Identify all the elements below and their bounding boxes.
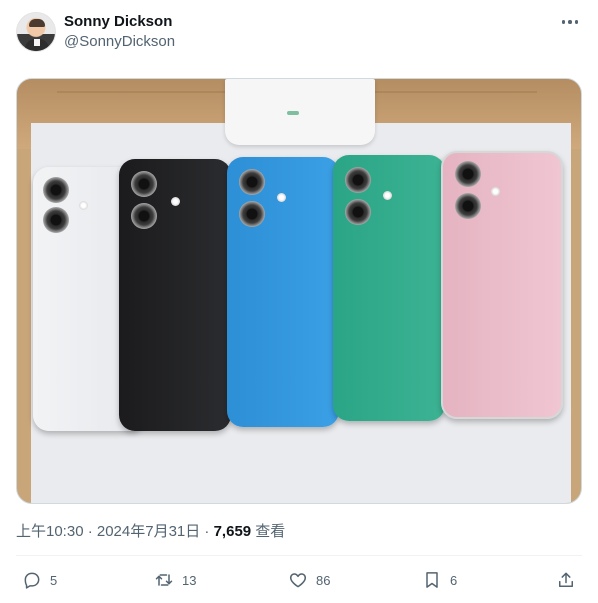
phone-black [119,159,231,431]
tweet-meta: 上午10:30 · 2024年7月31日 · 7,659 查看 [16,520,285,541]
flash-icon [491,187,500,196]
views-label: 查看 [251,523,286,540]
retweet-count: 13 [182,572,197,588]
bookmark-button[interactable]: 6 [422,568,457,592]
more-dot [574,20,579,24]
flash-icon [79,201,88,210]
bookmark-count: 6 [450,572,458,588]
reply-count: 5 [50,572,58,588]
bookmark-icon [426,572,438,588]
tray-label [287,111,299,115]
divider [16,555,582,556]
author-handle[interactable]: @SonnyDickson [64,33,175,50]
camera-lens [455,161,481,187]
camera-lens [345,167,371,193]
phone-pink [441,151,563,419]
share-icon [559,572,573,587]
reply-icon [24,572,40,589]
camera-lens [131,203,157,229]
action-bar: 5 13 86 6 [16,566,582,594]
phone-teal [333,155,445,421]
timestamp[interactable]: 上午10:30 · 2024年7月31日 · [16,523,214,540]
avatar-collar [34,39,40,46]
heart-icon [289,573,307,588]
retweet-button[interactable]: 13 [154,568,196,592]
phone-blue [227,157,339,427]
camera-lens [43,207,69,233]
flash-icon [277,193,286,202]
camera-lens [345,199,371,225]
flash-icon [171,197,180,206]
avatar-hair [29,19,45,27]
camera-lens [131,171,157,197]
reply-button[interactable]: 5 [22,568,57,592]
tweet-photo[interactable] [16,78,582,504]
camera-lens [239,169,265,195]
author-name[interactable]: Sonny Dickson [64,13,172,30]
like-button[interactable]: 86 [288,568,330,592]
camera-lens [455,193,481,219]
more-options-icon[interactable] [556,12,584,32]
more-dot [568,20,572,24]
views-count: 7,659 [213,523,252,540]
camera-lens [43,177,69,203]
phone-tray [225,79,375,145]
more-dot [561,20,566,24]
retweet-icon [155,574,173,586]
flash-icon [383,191,392,200]
avatar[interactable] [16,12,56,52]
share-button[interactable] [556,568,576,592]
camera-lens [239,201,265,227]
tweet-header: Sonny Dickson @SonnyDickson [0,0,598,70]
like-count: 86 [316,572,331,588]
